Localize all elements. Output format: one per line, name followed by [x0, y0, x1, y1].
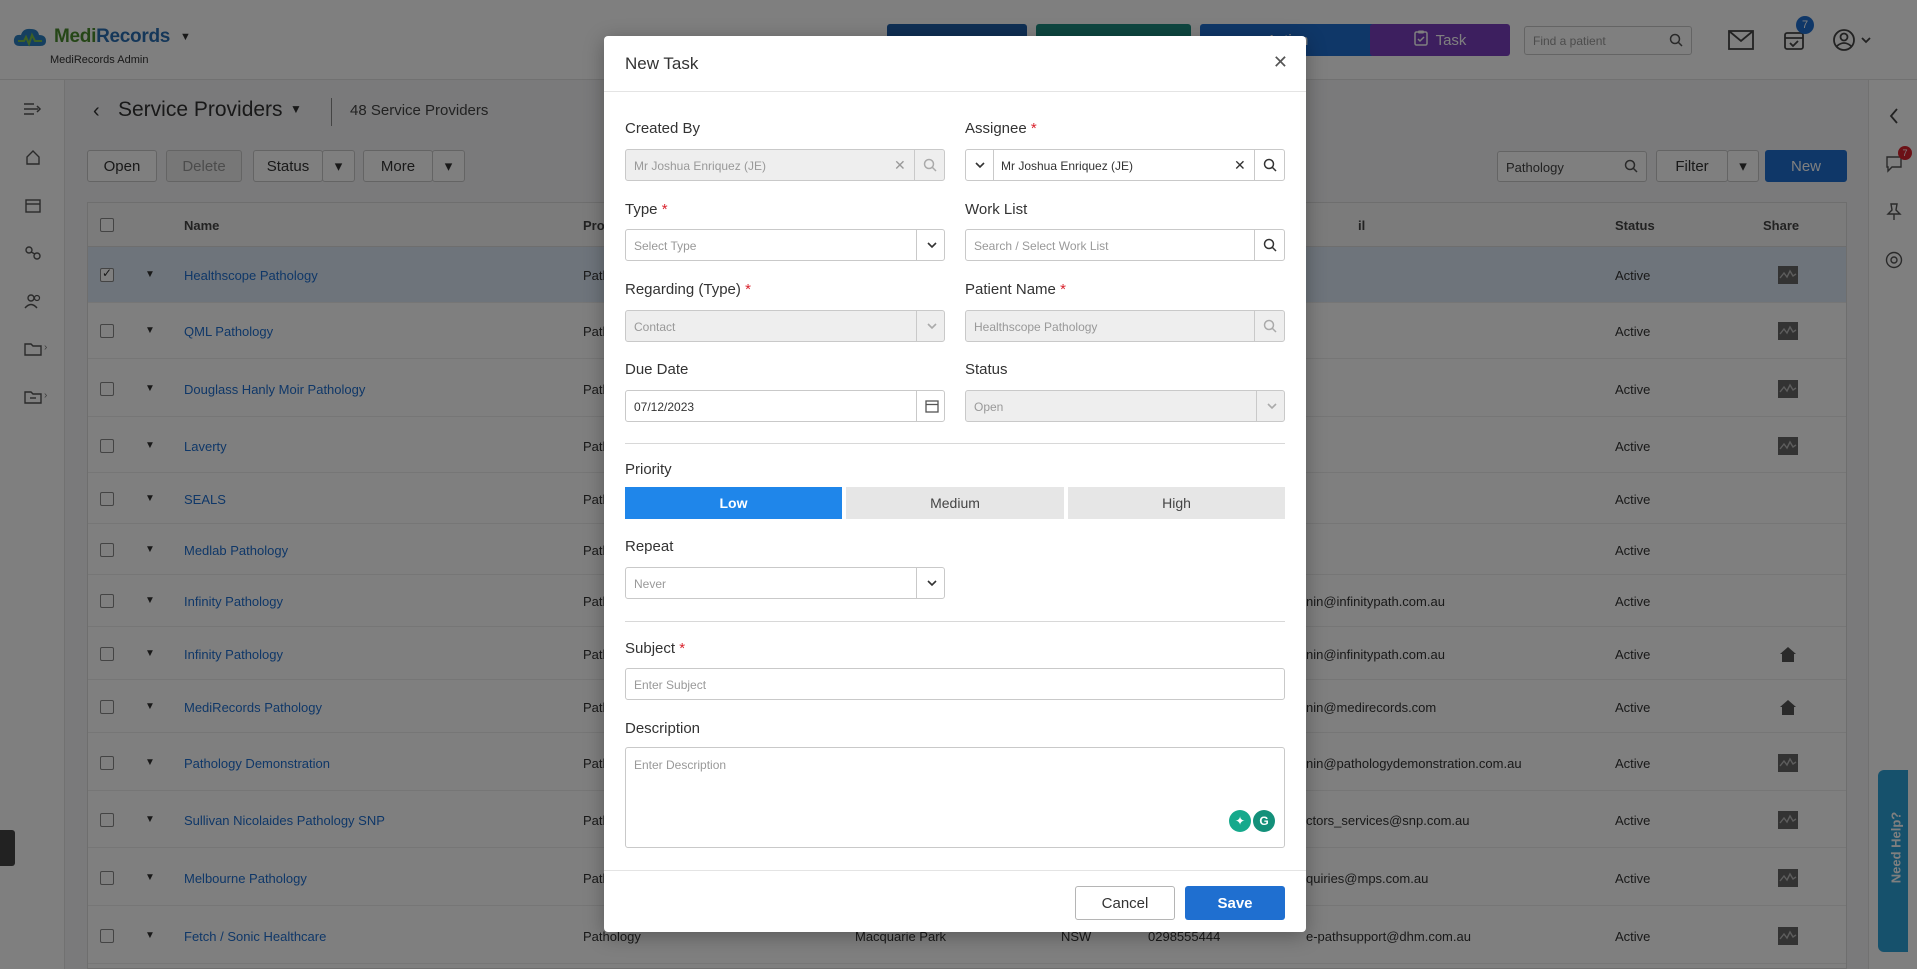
chevron-down-icon	[924, 237, 940, 253]
repeat-select[interactable]: Never	[625, 567, 945, 599]
patient-name-field: Healthscope Pathology	[965, 310, 1285, 342]
grammarly-icon[interactable]: G	[1253, 810, 1275, 832]
modal-title: New Task	[625, 54, 699, 73]
calendar-icon[interactable]	[924, 398, 940, 414]
worklist-label: Work List	[965, 201, 1028, 218]
due-date-input[interactable]: 07/12/2023	[625, 390, 945, 422]
due-date-label: Due Date	[625, 361, 689, 378]
subject-input[interactable]: Enter Subject	[625, 668, 1285, 700]
regarding-select: Contact	[625, 310, 945, 342]
assignee-label: Assignee *	[965, 120, 1037, 137]
save-button[interactable]: Save	[1185, 886, 1285, 920]
type-label: Type *	[625, 201, 668, 218]
created-by-field: Mr Joshua Enriquez (JE) ✕	[625, 149, 945, 181]
divider	[625, 443, 1285, 444]
priority-medium-button[interactable]: Medium	[846, 487, 1064, 519]
new-task-modal: New Task ✕ Created By Mr Joshua Enriquez…	[604, 36, 1306, 932]
clear-icon[interactable]: ✕	[1234, 157, 1246, 174]
cancel-button[interactable]: Cancel	[1075, 886, 1175, 920]
repeat-label: Repeat	[625, 538, 674, 555]
modal-header: New Task ✕	[604, 36, 1306, 92]
priority-low-button[interactable]: Low	[625, 487, 842, 519]
priority-high-button[interactable]: High	[1068, 487, 1285, 519]
patient-name-label: Patient Name *	[965, 281, 1066, 298]
chevron-down-icon[interactable]	[972, 157, 988, 173]
status-select: Open	[965, 390, 1285, 422]
chevron-down-icon	[924, 575, 940, 591]
chevron-down-icon	[1264, 398, 1280, 414]
description-label: Description	[625, 720, 701, 737]
divider	[625, 621, 1285, 622]
search-icon	[1262, 318, 1278, 334]
bulb-icon[interactable]: ✦	[1229, 810, 1251, 832]
created-by-label: Created By	[625, 120, 701, 137]
type-select[interactable]: Select Type	[625, 229, 945, 261]
chevron-down-icon	[924, 318, 940, 334]
search-icon	[922, 157, 938, 173]
search-icon[interactable]	[1262, 157, 1278, 173]
priority-label: Priority	[625, 461, 672, 478]
subject-label: Subject *	[625, 640, 686, 657]
clear-icon: ✕	[894, 157, 906, 173]
description-textarea[interactable]: Enter Description ✦ G	[625, 747, 1285, 848]
search-icon[interactable]	[1262, 237, 1278, 253]
worklist-input[interactable]: Search / Select Work List	[965, 229, 1285, 261]
assignee-field[interactable]: Mr Joshua Enriquez (JE) ✕	[965, 149, 1285, 181]
close-icon[interactable]: ✕	[1273, 52, 1288, 73]
status-label: Status	[965, 361, 1008, 378]
regarding-label: Regarding (Type) *	[625, 281, 751, 298]
